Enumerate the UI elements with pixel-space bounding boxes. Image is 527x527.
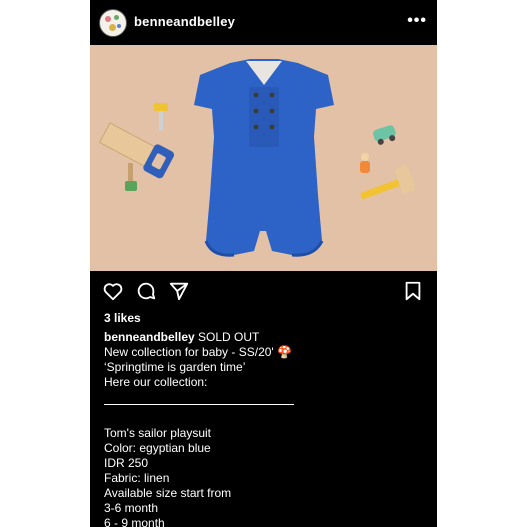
caption-line: Tom's sailor playsuit: [104, 426, 211, 440]
caption-first-line: benneandbelley SOLD OUT: [104, 330, 429, 345]
toy-figure: [360, 153, 370, 173]
bookmark-icon[interactable]: [402, 280, 424, 302]
caption-line: ‘Springtime is garden time’: [104, 360, 246, 374]
post-username[interactable]: benneandbelley: [134, 14, 235, 29]
post-header: benneandbelley •••: [90, 0, 437, 45]
comment-icon[interactable]: [135, 280, 157, 302]
caption-line: Fabric: linen: [104, 471, 170, 485]
caption-line: 3-6 month: [104, 501, 159, 515]
caption-divider: [104, 404, 294, 405]
caption-first-text: SOLD OUT: [198, 330, 260, 344]
post-actions-bar: [90, 271, 437, 311]
post-photo-illustration: [90, 45, 437, 271]
caption-line: 6 - 9 month: [104, 516, 165, 527]
caption-line: IDR 250: [104, 456, 149, 470]
caption-username[interactable]: benneandbelley: [104, 330, 195, 344]
caption-line: Color: egyptian blue: [104, 441, 211, 455]
instagram-post-screen: benneandbelley ••• 3 likes benneandbelle…: [90, 0, 437, 527]
more-options-icon[interactable]: •••: [407, 12, 427, 30]
caption-line: Here our collection:: [104, 375, 208, 389]
caption-line: Available size start from: [104, 486, 232, 500]
heart-icon[interactable]: [102, 280, 124, 302]
likes-count[interactable]: 3 likes: [104, 311, 141, 325]
blue-playsuit: [194, 59, 334, 257]
caption-line: New collection for baby - SS/20' 🍄: [104, 345, 292, 359]
post-image[interactable]: [90, 45, 437, 271]
paper-plane-icon[interactable]: [168, 280, 190, 302]
post-caption: benneandbelley SOLD OUT New collection f…: [104, 330, 429, 527]
profile-avatar[interactable]: [99, 9, 127, 37]
